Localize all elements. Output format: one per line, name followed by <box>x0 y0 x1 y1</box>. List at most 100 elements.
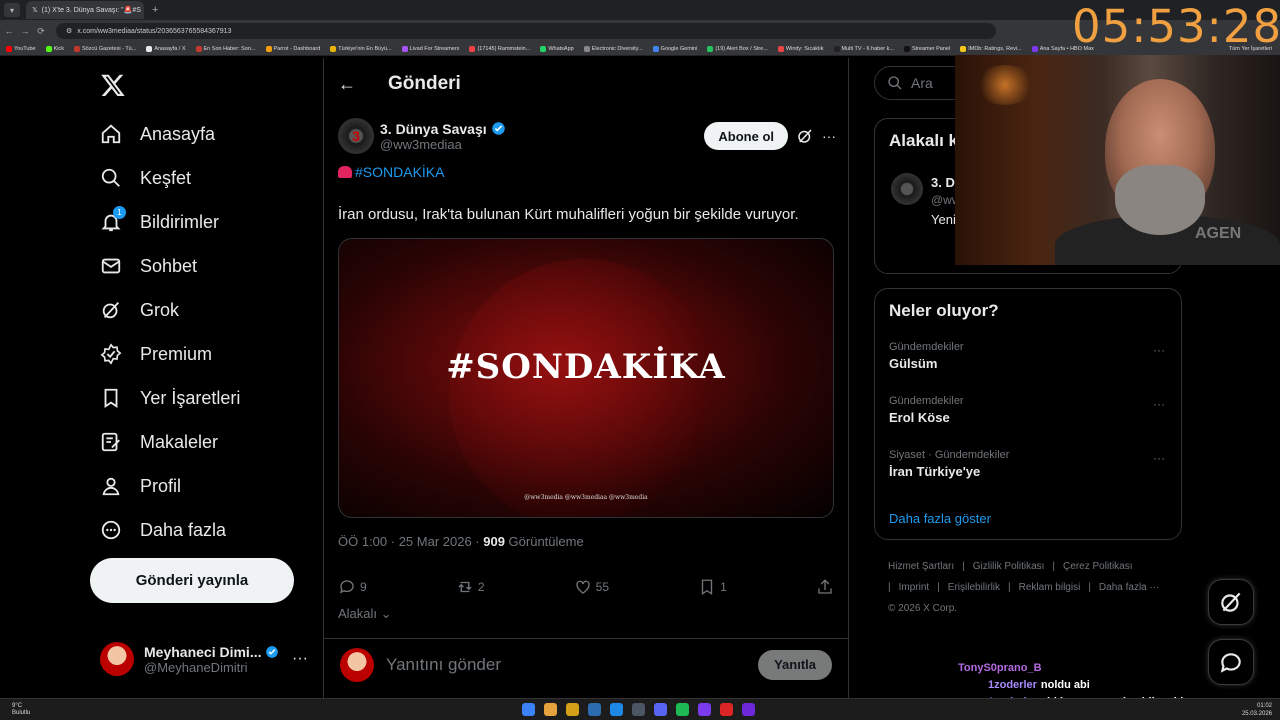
tweet-media-image[interactable]: #SONDAKİKA @ww3media @ww3mediaa @ww3medi… <box>338 238 834 518</box>
forward-icon[interactable]: → <box>18 26 32 36</box>
bookmark-item[interactable]: Windy: Sıcaklık <box>777 45 824 52</box>
reply-button[interactable]: Yanıtla <box>758 649 832 680</box>
footer-link[interactable]: Gizlilik Politikası <box>973 561 1045 572</box>
bookmark-label: YouTube <box>14 45 36 52</box>
trend-item[interactable]: Gündemdekiler Gülsüm ··· <box>889 341 1173 371</box>
nav-item-bookmark[interactable]: Yer İşaretleri <box>100 376 240 420</box>
bookmark-item[interactable]: IMDb: Ratings, Revi... <box>960 45 1022 52</box>
post-button[interactable]: Gönderi yayınla <box>90 558 294 603</box>
nav-item-article[interactable]: Makaleler <box>100 420 218 464</box>
footer-link[interactable]: Çerez Politikası <box>1063 561 1132 572</box>
bookmark-action[interactable]: 1 <box>698 578 727 596</box>
repost-icon <box>458 581 472 593</box>
bookmark-item[interactable]: Türkiye'nin En Büyü... <box>330 45 392 52</box>
footer-link[interactable]: Reklam bilgisi <box>1019 582 1081 593</box>
bookmark-label: Streamer Panel <box>911 45 951 52</box>
nav-item-grok[interactable]: Grok <box>100 288 179 332</box>
nav-item-label: Sohbet <box>140 255 198 276</box>
repost-action[interactable]: 2 <box>456 578 485 596</box>
discord-icon[interactable] <box>654 703 667 716</box>
more-options-icon[interactable]: ··· <box>292 650 308 668</box>
x-logo-icon[interactable] <box>100 72 126 98</box>
weather-temp: 9°C <box>12 702 23 709</box>
more-options-icon[interactable]: ··· <box>822 128 836 144</box>
new-tab-button[interactable]: + <box>152 4 158 16</box>
bookmark-item[interactable]: YouTube <box>6 45 36 52</box>
grok-icon[interactable] <box>796 127 814 145</box>
messages-float-button[interactable] <box>1208 639 1254 685</box>
nav-item-home[interactable]: Anasayfa <box>100 112 215 156</box>
steam-icon[interactable] <box>632 703 645 716</box>
app-icon[interactable] <box>698 703 711 716</box>
footer-link[interactable]: Hizmet Şartları <box>888 561 954 572</box>
bookmark-item[interactable]: WhatsApp <box>540 45 574 52</box>
footer-link[interactable]: Daha fazla ··· <box>1099 582 1160 593</box>
replies-sort[interactable]: Alakalı ⌄ <box>338 606 392 622</box>
nav-item-more[interactable]: Daha fazla <box>100 508 226 552</box>
bookmark-item[interactable]: (19) Alert Box / Stre... <box>707 45 768 52</box>
author-name[interactable]: 3. Dünya Savaşı <box>380 121 487 137</box>
bookmark-favicon-icon <box>74 45 81 52</box>
back-icon[interactable]: ← <box>2 26 16 36</box>
bookmark-item[interactable]: Kick <box>45 45 64 52</box>
footer-link[interactable]: Erişilebilirlik <box>948 582 1000 593</box>
bookmark-item[interactable]: Livad For Streamers <box>401 45 459 52</box>
chat-message: TonyS0prano_B <box>958 660 1183 677</box>
site-info-icon[interactable]: ⚙ <box>66 27 72 35</box>
bookmark-item[interactable]: Google Gemini <box>652 45 697 52</box>
nav-item-profile[interactable]: Profil <box>100 464 181 508</box>
tweet-timestamp[interactable]: ÖÖ 1:00 · 25 Mar 2026 · <box>338 534 483 549</box>
bookmark-item[interactable]: Parrot - Dashboard <box>265 45 320 52</box>
reply-input[interactable]: Yanıtını gönder <box>386 655 501 675</box>
show-more-link[interactable]: Daha fazla göster <box>889 511 991 526</box>
trend-item[interactable]: Siyaset · Gündemdekiler İran Türkiye'ye ··… <box>889 449 1173 479</box>
author-avatar[interactable]: 3 <box>338 118 374 154</box>
footer-link[interactable]: Imprint <box>899 582 930 593</box>
nav-item-search[interactable]: Keşfet <box>100 156 191 200</box>
weather-widget[interactable]: 9°C Bulutlu <box>12 703 30 717</box>
tweet-author: 3 3. Dünya Savaşı @ww3mediaa Abone ol ··… <box>338 116 836 156</box>
footer-link[interactable]: © 2026 X Corp. <box>888 603 957 614</box>
like-action[interactable]: 55 <box>574 578 609 596</box>
share-action[interactable] <box>816 578 834 596</box>
bookmark-item[interactable]: Sözcü Gazetesi - Tü... <box>74 45 136 52</box>
system-clock[interactable]: 01:02 25.03.2026 <box>1242 702 1272 718</box>
related-name[interactable]: 3. D <box>931 175 955 190</box>
more-options-icon[interactable]: ··· <box>1153 451 1165 465</box>
app-icon[interactable] <box>610 703 623 716</box>
bookmark-item[interactable]: Multi TV - 6 haber k... <box>833 45 894 52</box>
trend-item[interactable]: Gündemdekiler Erol Köse ··· <box>889 395 1173 425</box>
app-icon[interactable] <box>720 703 733 716</box>
account-switcher[interactable]: Meyhaneci Dimi... @MeyhaneDimitri ··· <box>100 634 308 684</box>
hashtag-link[interactable]: #SONDAKİKA <box>355 164 444 180</box>
related-avatar[interactable] <box>891 173 923 205</box>
url-input[interactable]: ⚙ x.com/ww3mediaa/status/203656376558436… <box>56 23 996 39</box>
reload-icon[interactable]: ⟳ <box>34 26 48 37</box>
home-icon <box>101 124 121 144</box>
more-options-icon[interactable]: ··· <box>1153 343 1165 357</box>
tweet-actions: 9 2 55 1 <box>338 572 834 602</box>
tab-list-button[interactable]: ▾ <box>4 3 20 17</box>
bookmark-item[interactable]: (17145) Rammstein... <box>469 45 530 52</box>
bookmark-item[interactable]: En Son Haber: Son... <box>195 45 256 52</box>
reply-action[interactable]: 9 <box>338 578 367 596</box>
app-icon[interactable] <box>588 703 601 716</box>
back-arrow-icon[interactable]: ← <box>338 74 358 95</box>
windows-start-icon[interactable] <box>522 703 535 716</box>
bookmark-item[interactable]: Electronic Diversity... <box>583 45 643 52</box>
bookmark-item[interactable]: Anasayfa / X <box>146 45 186 52</box>
file-explorer-icon[interactable] <box>566 703 579 716</box>
bookmark-item[interactable]: Streamer Panel <box>903 45 951 52</box>
grok-float-button[interactable] <box>1208 579 1254 625</box>
more-options-icon[interactable]: ··· <box>1153 397 1165 411</box>
nav-item-premium[interactable]: Premium <box>100 332 212 376</box>
browser-tab[interactable]: 𝕏 (1) X'te 3. Dünya Savaşı: "🚨#S ✕ <box>26 1 144 19</box>
app-icon[interactable] <box>742 703 755 716</box>
bookmark-favicon-icon <box>903 45 910 52</box>
chrome-icon[interactable] <box>544 703 557 716</box>
nav-item-bell[interactable]: 1 Bildirimler <box>100 200 219 244</box>
nav-item-mail[interactable]: Sohbet <box>100 244 197 288</box>
follow-button[interactable]: Abone ol <box>704 122 788 150</box>
spotify-icon[interactable] <box>676 703 689 716</box>
author-handle[interactable]: @ww3mediaa <box>380 137 506 152</box>
